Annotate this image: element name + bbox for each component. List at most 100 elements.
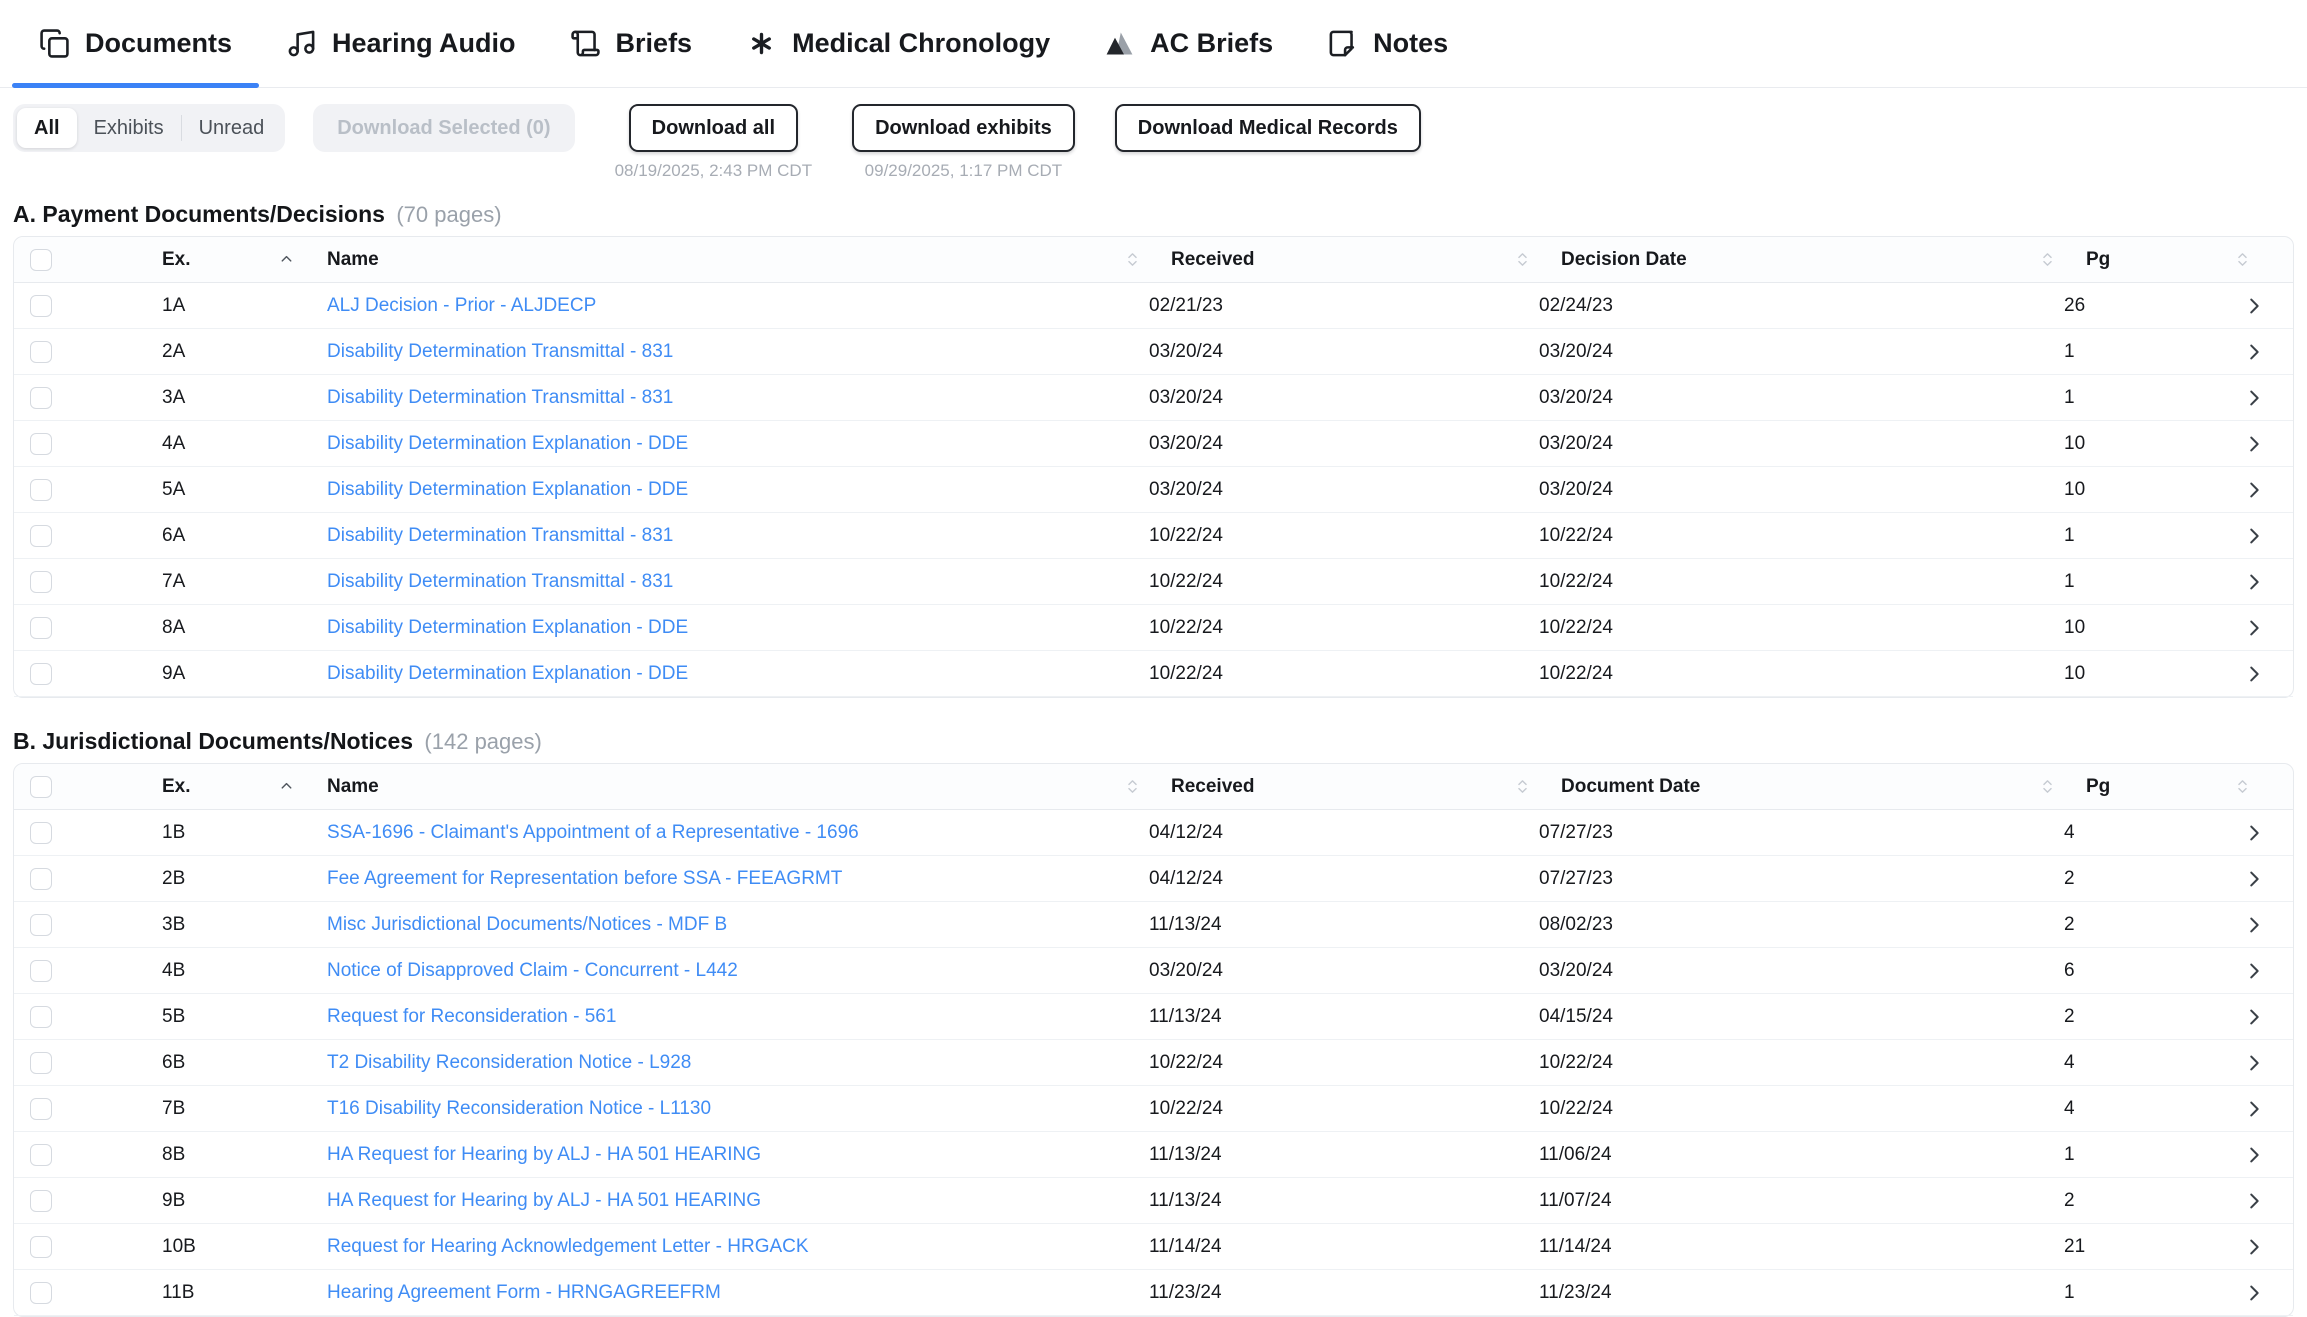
- row-expand-chevron-icon[interactable]: [2243, 479, 2265, 501]
- row-checkbox[interactable]: [30, 433, 52, 455]
- section-title-text: A. Payment Documents/Decisions: [13, 201, 385, 227]
- tab-notes[interactable]: Notes: [1300, 0, 1475, 87]
- row-checkbox[interactable]: [30, 663, 52, 685]
- column-header-name[interactable]: Name: [309, 776, 1155, 798]
- row-checkbox[interactable]: [30, 1098, 52, 1120]
- row-expand-chevron-icon[interactable]: [2243, 1098, 2265, 1120]
- row-expand-chevron-icon[interactable]: [2243, 433, 2265, 455]
- row-checkbox[interactable]: [30, 571, 52, 593]
- select-all-checkbox[interactable]: [30, 776, 52, 798]
- row-checkbox[interactable]: [30, 1282, 52, 1304]
- row-expand-chevron-icon[interactable]: [2243, 387, 2265, 409]
- table-row: 2B Fee Agreement for Representation befo…: [14, 856, 2293, 902]
- column-header-pg[interactable]: Pg: [2070, 249, 2265, 271]
- row-expand-chevron-icon[interactable]: [2243, 868, 2265, 890]
- row-checkbox[interactable]: [30, 295, 52, 317]
- row-expand-chevron-icon[interactable]: [2243, 1052, 2265, 1074]
- row-expand-chevron-icon[interactable]: [2243, 341, 2265, 363]
- row-expand-chevron-icon[interactable]: [2243, 663, 2265, 685]
- document-link[interactable]: Disability Determination Explanation - D…: [327, 479, 688, 501]
- document-link[interactable]: Disability Determination Explanation - D…: [327, 433, 688, 455]
- table-row: 8B HA Request for Hearing by ALJ - HA 50…: [14, 1132, 2293, 1178]
- column-header-ex[interactable]: Ex.: [144, 249, 309, 271]
- row-checkbox[interactable]: [30, 1236, 52, 1258]
- document-link[interactable]: Disability Determination Transmittal - 8…: [327, 571, 673, 593]
- document-link[interactable]: T2 Disability Reconsideration Notice - L…: [327, 1052, 691, 1074]
- tab-briefs[interactable]: Briefs: [543, 0, 720, 87]
- row-checkbox[interactable]: [30, 960, 52, 982]
- tab-label: Documents: [85, 28, 232, 59]
- row-checkbox[interactable]: [30, 525, 52, 547]
- row-expand-chevron-icon[interactable]: [2243, 822, 2265, 844]
- column-header-name[interactable]: Name: [309, 249, 1155, 271]
- row-expand-chevron-icon[interactable]: [2243, 1282, 2265, 1304]
- document-date-cell: 10/22/24: [1523, 663, 2048, 685]
- tab-medical-chronology[interactable]: Medical Chronology: [719, 0, 1077, 87]
- row-checkbox[interactable]: [30, 868, 52, 890]
- row-checkbox[interactable]: [30, 617, 52, 639]
- row-expand-chevron-icon[interactable]: [2243, 525, 2265, 547]
- column-header-received[interactable]: Received: [1155, 249, 1545, 271]
- document-link[interactable]: Notice of Disapproved Claim - Concurrent…: [327, 960, 738, 982]
- row-checkbox[interactable]: [30, 387, 52, 409]
- row-expand-chevron-icon[interactable]: [2243, 1190, 2265, 1212]
- document-link[interactable]: Disability Determination Transmittal - 8…: [327, 387, 673, 409]
- section-payment-documents: A. Payment Documents/Decisions (70 pages…: [13, 199, 2294, 698]
- document-link[interactable]: Disability Determination Transmittal - 8…: [327, 341, 673, 363]
- row-checkbox[interactable]: [30, 1144, 52, 1166]
- document-date-cell: 03/20/24: [1523, 433, 2048, 455]
- download-all-button[interactable]: Download all: [629, 104, 798, 152]
- filter-all[interactable]: All: [17, 108, 77, 148]
- column-header-ex[interactable]: Ex.: [144, 776, 309, 798]
- document-link[interactable]: Misc Jurisdictional Documents/Notices - …: [327, 914, 727, 936]
- document-link[interactable]: Request for Hearing Acknowledgement Lett…: [327, 1236, 809, 1258]
- document-link[interactable]: Hearing Agreement Form - HRNGAGREEFRM: [327, 1282, 721, 1304]
- document-link[interactable]: Disability Determination Transmittal - 8…: [327, 525, 673, 547]
- document-link[interactable]: Request for Reconsideration - 561: [327, 1006, 616, 1028]
- row-expand-chevron-icon[interactable]: [2243, 617, 2265, 639]
- row-checkbox[interactable]: [30, 1190, 52, 1212]
- column-header-document-date[interactable]: Document Date: [1545, 776, 2070, 798]
- document-link[interactable]: T16 Disability Reconsideration Notice - …: [327, 1098, 711, 1120]
- filter-unread[interactable]: Unread: [182, 108, 282, 148]
- table-row: 4B Notice of Disapproved Claim - Concurr…: [14, 948, 2293, 994]
- header-checkbox-cell: [14, 776, 144, 798]
- row-checkbox[interactable]: [30, 914, 52, 936]
- row-expand-chevron-icon[interactable]: [2243, 960, 2265, 982]
- download-exhibits-button[interactable]: Download exhibits: [852, 104, 1075, 152]
- row-checkbox[interactable]: [30, 341, 52, 363]
- exhibit-number-cell: 5A: [144, 479, 309, 501]
- row-checkbox[interactable]: [30, 479, 52, 501]
- column-header-pg[interactable]: Pg: [2070, 776, 2265, 798]
- row-checkbox[interactable]: [30, 1052, 52, 1074]
- download-medical-records-button[interactable]: Download Medical Records: [1115, 104, 1421, 152]
- sort-icon: [2234, 778, 2251, 795]
- document-link[interactable]: Disability Determination Explanation - D…: [327, 663, 688, 685]
- row-checkbox[interactable]: [30, 1006, 52, 1028]
- document-link[interactable]: SSA-1696 - Claimant's Appointment of a R…: [327, 822, 859, 844]
- document-link[interactable]: ALJ Decision - Prior - ALJDECP: [327, 295, 596, 317]
- row-expand-chevron-icon[interactable]: [2243, 295, 2265, 317]
- column-header-received[interactable]: Received: [1155, 776, 1545, 798]
- tab-hearing-audio[interactable]: Hearing Audio: [259, 0, 543, 87]
- page-count-cell: 21: [2048, 1236, 2243, 1258]
- received-date-cell: 11/13/24: [1133, 1006, 1523, 1028]
- document-link[interactable]: Disability Determination Explanation - D…: [327, 617, 688, 639]
- document-link[interactable]: HA Request for Hearing by ALJ - HA 501 H…: [327, 1144, 761, 1166]
- row-expand-chevron-icon[interactable]: [2243, 1006, 2265, 1028]
- sort-icon: [2234, 251, 2251, 268]
- download-selected-button[interactable]: Download Selected (0): [313, 104, 574, 152]
- tab-ac-briefs[interactable]: AC Briefs: [1077, 0, 1300, 87]
- section-page-count: (70 pages): [396, 202, 501, 227]
- filter-exhibits[interactable]: Exhibits: [77, 108, 181, 148]
- row-expand-chevron-icon[interactable]: [2243, 571, 2265, 593]
- column-header-decision-date[interactable]: Decision Date: [1545, 249, 2070, 271]
- row-expand-chevron-icon[interactable]: [2243, 1144, 2265, 1166]
- select-all-checkbox[interactable]: [30, 249, 52, 271]
- row-expand-chevron-icon[interactable]: [2243, 914, 2265, 936]
- document-link[interactable]: HA Request for Hearing by ALJ - HA 501 H…: [327, 1190, 761, 1212]
- row-expand-chevron-icon[interactable]: [2243, 1236, 2265, 1258]
- tab-documents[interactable]: Documents: [12, 0, 259, 87]
- document-link[interactable]: Fee Agreement for Representation before …: [327, 868, 842, 890]
- row-checkbox[interactable]: [30, 822, 52, 844]
